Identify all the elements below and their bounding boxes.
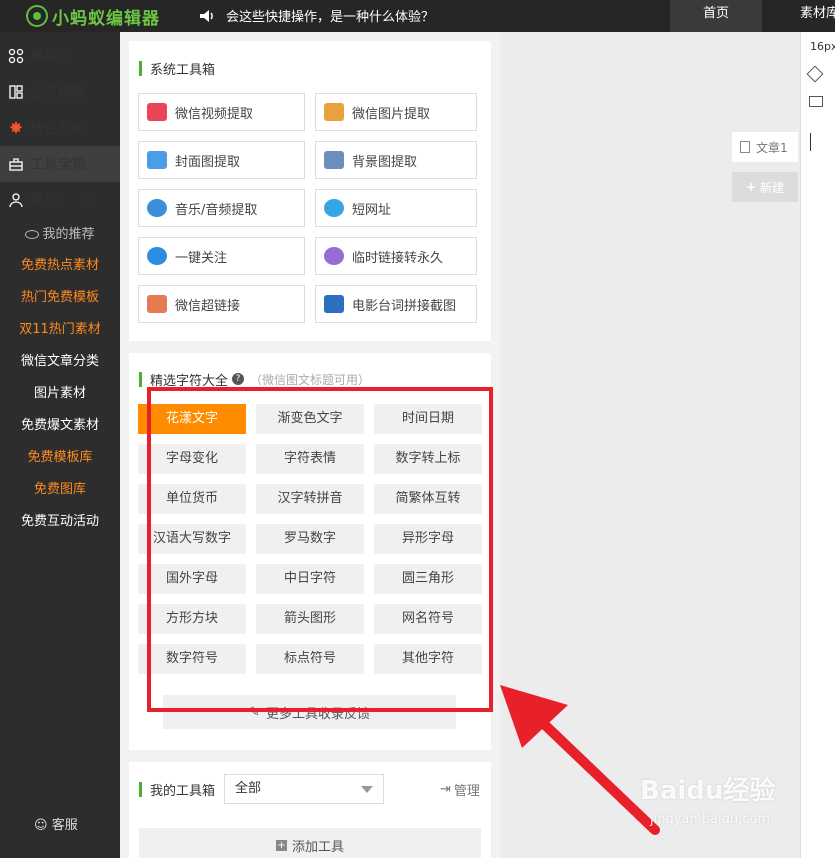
document-icon bbox=[740, 141, 750, 153]
sidebar-item-toolbox[interactable]: 工具宝箱 bbox=[0, 146, 120, 182]
tool-cover-image[interactable]: 封面图提取 bbox=[138, 141, 305, 179]
tool-audio[interactable]: 音乐/音频提取 bbox=[138, 189, 305, 227]
image-icon bbox=[324, 103, 344, 121]
sidebar-sub-article-category[interactable]: 微信文章分类 bbox=[0, 346, 120, 378]
annotation-arrow bbox=[500, 685, 660, 835]
user-icon bbox=[9, 193, 23, 208]
customer-service-label: 客服 bbox=[51, 818, 78, 833]
video-icon bbox=[147, 103, 167, 121]
add-tool-button[interactable]: + 添加工具 bbox=[139, 828, 481, 858]
notice-bar[interactable]: 会这些快捷操作，是一种什么体验？ bbox=[198, 6, 434, 25]
sidebar-item-templates[interactable]: 全文模板 bbox=[0, 74, 120, 110]
notice-text: 会这些快捷操作，是一种什么体验？ bbox=[226, 10, 435, 25]
symbols-title-text: 精选字符大全 bbox=[150, 373, 229, 389]
tool-short-url[interactable]: 短网址 bbox=[315, 189, 477, 227]
tool-temp-link[interactable]: 临时链接转永久 bbox=[315, 237, 477, 275]
tool-hyperlink[interactable]: 微信超链接 bbox=[138, 285, 305, 323]
my-tools-title: 我的工具箱 bbox=[139, 780, 215, 799]
sidebar-sub-hot-materials[interactable]: 免费热点素材 bbox=[0, 250, 120, 282]
sidebar-item-mine[interactable]: 我的 > bbox=[0, 182, 120, 218]
logo[interactable]: 小蚂蚁编辑器 bbox=[26, 4, 160, 29]
tool-movie-caption[interactable]: 电影台词拼接截图 bbox=[315, 285, 477, 323]
eye-icon bbox=[25, 230, 40, 239]
sidebar-sub-viral[interactable]: 免费爆文素材 bbox=[0, 410, 120, 442]
system-tools-title: 系统工具箱 bbox=[139, 59, 215, 78]
plus-icon: + bbox=[745, 180, 757, 194]
background-icon bbox=[324, 151, 344, 169]
grid-icon bbox=[8, 48, 24, 64]
new-document-button[interactable]: + 新建 bbox=[732, 172, 798, 202]
tool-background-image[interactable]: 背景图提取 bbox=[315, 141, 477, 179]
paperclip-icon bbox=[324, 247, 344, 265]
sidebar-sub-events[interactable]: 免费互动活动 bbox=[0, 506, 120, 538]
top-bar: 小蚂蚁编辑器 会这些快捷操作，是一种什么体验？ 首页 素材库 bbox=[0, 0, 835, 32]
tool-label: 短网址 bbox=[352, 202, 392, 218]
annotation-highlight-box bbox=[147, 387, 493, 712]
nav-home[interactable]: 首页 bbox=[670, 0, 762, 32]
sidebar-item-label: 工具宝箱 bbox=[30, 157, 86, 173]
tool-label: 电影台词拼接截图 bbox=[352, 298, 457, 314]
ant-logo-icon bbox=[26, 5, 48, 27]
customer-service[interactable]: ☺ 客服 bbox=[34, 814, 78, 833]
sidebar-sub-hot-templates[interactable]: 热门免费模板 bbox=[0, 282, 120, 314]
font-size-selector[interactable]: 16px bbox=[810, 40, 835, 53]
tool-label: 微信视频提取 bbox=[175, 106, 254, 122]
plus-icon: + bbox=[275, 839, 287, 851]
sidebar-item-single-style[interactable]: 单样式 bbox=[0, 38, 120, 74]
symbols-title: 精选字符大全 ? （微信图文标题可用） bbox=[139, 370, 371, 389]
toolbox-icon bbox=[9, 158, 23, 171]
tool-wechat-video[interactable]: 微信视频提取 bbox=[138, 93, 305, 131]
sidebar-item-label: 全文模板 bbox=[30, 85, 86, 101]
add-tool-label: 添加工具 bbox=[291, 839, 344, 855]
baidu-watermark: Baidu经验 bbox=[640, 776, 776, 806]
sidebar-sub-recommend[interactable]: 我的推荐 bbox=[0, 219, 120, 251]
sidebar-item-autumn[interactable]: 秋色赏析 bbox=[0, 110, 120, 146]
tool-label: 封面图提取 bbox=[175, 154, 241, 170]
tool-label: 微信超链接 bbox=[175, 298, 241, 314]
exit-icon: ⇥ bbox=[440, 782, 451, 797]
sidebar-sub-label: 我的推荐 bbox=[42, 227, 95, 242]
tool-label: 背景图提取 bbox=[352, 154, 418, 170]
manage-button[interactable]: ⇥ 管理 bbox=[440, 780, 480, 799]
headphones-icon bbox=[147, 199, 167, 217]
maple-leaf-icon bbox=[9, 121, 23, 134]
tool-label: 一键关注 bbox=[175, 250, 228, 266]
headset-icon: ☺ bbox=[34, 818, 48, 833]
chevron-right-icon: > bbox=[84, 192, 96, 208]
speaker-icon bbox=[200, 9, 213, 22]
new-document-label: 新建 bbox=[760, 180, 785, 195]
document-tab[interactable]: 文章1 bbox=[732, 132, 798, 162]
sidebar-sub-images[interactable]: 图片素材 bbox=[0, 378, 120, 410]
logo-text: 小蚂蚁编辑器 bbox=[52, 8, 160, 29]
tool-filter-select[interactable]: 全部 bbox=[224, 774, 384, 804]
sidebar-item-label: 单样式 bbox=[30, 49, 72, 65]
sidebar-sub-template-lib[interactable]: 免费模板库 bbox=[0, 442, 120, 474]
image-insert-icon[interactable] bbox=[809, 96, 823, 107]
manage-label: 管理 bbox=[453, 784, 480, 799]
link-globe-icon bbox=[324, 199, 344, 217]
text-cursor bbox=[810, 133, 811, 151]
tool-one-click-follow[interactable]: 一键关注 bbox=[138, 237, 305, 275]
tool-filter-value: 全部 bbox=[235, 781, 262, 796]
clapper-icon bbox=[324, 295, 344, 313]
sidebar-sub-double11[interactable]: 双11热门素材 bbox=[0, 314, 120, 346]
target-icon bbox=[147, 247, 167, 265]
tool-label: 微信图片提取 bbox=[352, 106, 431, 122]
help-icon[interactable]: ? bbox=[232, 373, 245, 385]
sidebar-item-label: 秋色赏析 bbox=[30, 121, 86, 137]
caret-down-icon bbox=[361, 786, 373, 793]
sidebar-item-label: 我的 bbox=[30, 193, 58, 209]
symbols-hint: （微信图文标题可用） bbox=[250, 372, 371, 387]
document-tab-label: 文章1 bbox=[756, 140, 788, 155]
tool-label: 临时链接转永久 bbox=[352, 250, 444, 266]
template-icon bbox=[9, 85, 23, 99]
tool-wechat-image[interactable]: 微信图片提取 bbox=[315, 93, 477, 131]
tool-label: 音乐/音频提取 bbox=[175, 202, 258, 218]
baidu-watermark-url: jingyan.baidu.com bbox=[650, 812, 770, 827]
nav-library[interactable]: 素材库 bbox=[800, 0, 835, 32]
picture-icon bbox=[147, 151, 167, 169]
chain-icon bbox=[147, 295, 167, 313]
sidebar-sub-gallery[interactable]: 免费图库 bbox=[0, 474, 120, 506]
editor-toolbar bbox=[800, 32, 835, 858]
